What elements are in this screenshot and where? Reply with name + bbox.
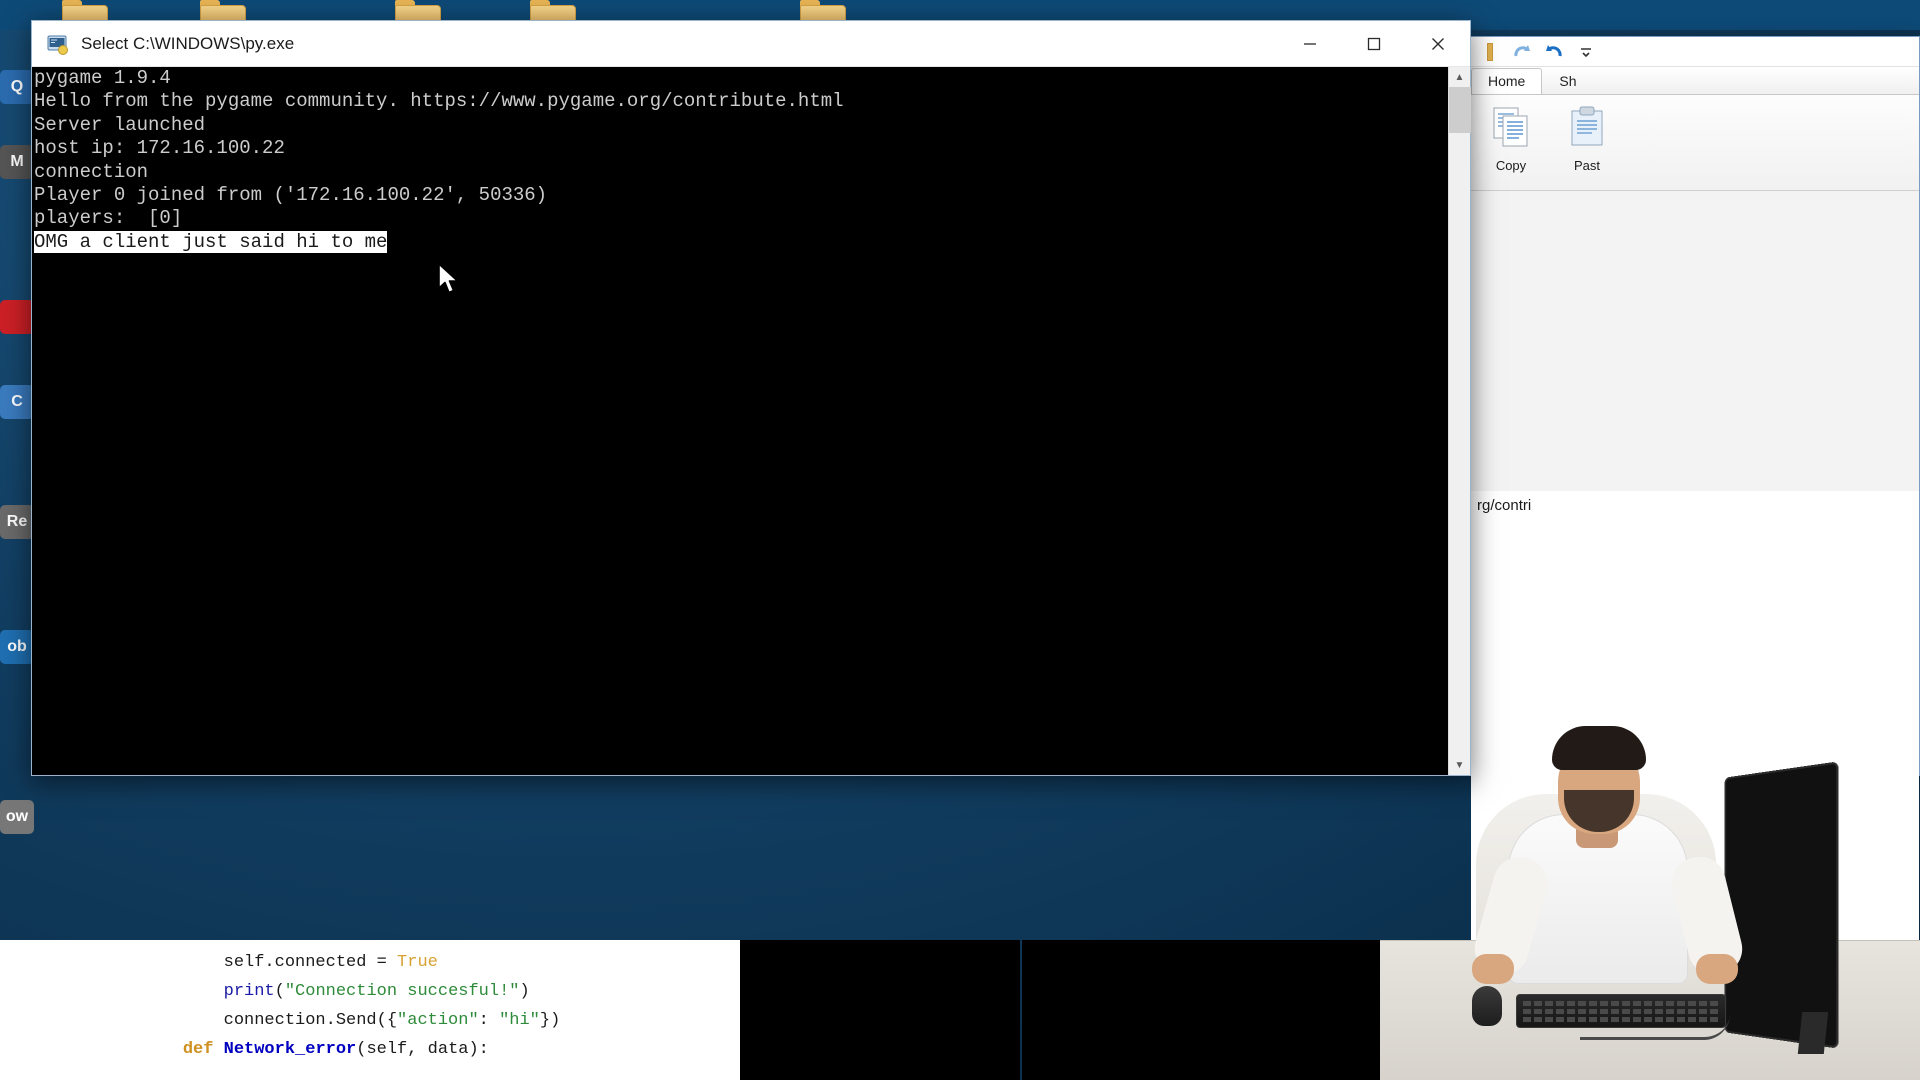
mouse-pointer xyxy=(437,263,463,297)
undo-icon[interactable] xyxy=(1543,41,1565,63)
scroll-down-arrow-icon[interactable]: ▼ xyxy=(1449,755,1470,775)
code-token: Network_error xyxy=(223,1040,357,1059)
console-output-text: pygame 1.9.4 Hello from the pygame commun… xyxy=(34,67,844,254)
console-window[interactable]: Select C:\WINDOWS\py.exe pygame 1.9.4 Hel… xyxy=(31,20,1471,776)
explorer-titlebar xyxy=(1471,37,1919,67)
console-line: connection xyxy=(34,160,149,183)
code-editor-pane[interactable]: self.connected = True print("Connection … xyxy=(0,940,740,1080)
copy-icon xyxy=(1493,107,1528,147)
code-line: self.connected = True xyxy=(142,948,740,977)
explorer-url-text: rg/contri xyxy=(1477,497,1532,514)
paste-button[interactable]: Past xyxy=(1557,103,1617,173)
code-line: def Network_error(self, data): xyxy=(142,1035,740,1064)
desktop-icon-ow-glyph: ow xyxy=(0,800,34,834)
editor-dark-panel-left xyxy=(740,940,1020,1080)
desktop-icon-q[interactable]: Q xyxy=(0,70,34,104)
desktop-icon-red-glyph xyxy=(0,300,34,334)
desktop-icon-red[interactable] xyxy=(0,300,34,334)
explorer-ribbon-tabs[interactable]: Home Sh xyxy=(1471,67,1919,95)
code-token: (self, data): xyxy=(356,1040,489,1059)
desktop-icon-m[interactable]: M xyxy=(0,145,34,179)
tab-home[interactable]: Home xyxy=(1471,68,1543,94)
code-line: print("Connection succesful!") xyxy=(142,977,740,1006)
code-editor-text: self.connected = True print("Connection … xyxy=(0,940,740,1064)
console-scrollbar[interactable]: ▲ ▼ xyxy=(1448,67,1471,775)
scroll-up-arrow-icon[interactable]: ▲ xyxy=(1449,67,1470,87)
code-token: : xyxy=(478,1011,500,1030)
pin-icon[interactable] xyxy=(1479,41,1501,63)
console-selected-line[interactable]: OMG a client just said hi to me xyxy=(34,230,844,254)
python-console-icon xyxy=(47,33,69,55)
explorer-ribbon: Copy Past xyxy=(1471,95,1919,191)
code-token: "Connection succesful!" xyxy=(284,982,520,1001)
desktop-icon-m-glyph: M xyxy=(0,145,34,179)
minimize-button[interactable] xyxy=(1278,21,1342,66)
code-token: "action" xyxy=(397,1011,479,1030)
desktop-icon-q-glyph: Q xyxy=(0,70,34,104)
desktop-icon-re[interactable]: Re xyxy=(0,505,34,539)
copy-label: Copy xyxy=(1495,158,1527,173)
console-line: host ip: 172.16.100.22 xyxy=(34,137,285,160)
close-button[interactable] xyxy=(1406,21,1470,66)
explorer-content-area[interactable]: rg/contri xyxy=(1471,491,1919,1080)
file-explorer-window[interactable]: Home Sh Copy Past rg/contri xyxy=(1470,36,1920,1080)
desktop-icon-re-glyph: Re xyxy=(0,505,34,539)
console-line: Player 0 joined from ('172.16.100.22', 5… xyxy=(34,183,548,206)
code-line: connection.Send({"action": "hi"}) xyxy=(142,1006,740,1035)
paste-icon xyxy=(1571,106,1603,146)
desktop-icon-c-glyph: C xyxy=(0,385,34,419)
code-token: ) xyxy=(519,982,530,1001)
code-token: connection.Send({ xyxy=(142,1011,398,1030)
code-token: print xyxy=(223,982,275,1001)
paste-label: Past xyxy=(1573,158,1600,173)
console-title-text: Select C:\WINDOWS\py.exe xyxy=(81,33,295,53)
console-output-area[interactable]: pygame 1.9.4 Hello from the pygame commun… xyxy=(32,67,1470,775)
code-token: self.connected = xyxy=(142,953,398,972)
redo-icon[interactable] xyxy=(1511,41,1533,63)
code-token: }) xyxy=(539,1011,561,1030)
console-line: players: [0] xyxy=(34,207,183,230)
desktop-icon-ow[interactable]: ow xyxy=(0,800,34,834)
console-titlebar[interactable]: Select C:\WINDOWS\py.exe xyxy=(32,21,1470,67)
console-selection-highlight: OMG a client just said hi to me xyxy=(34,230,388,253)
editor-dark-panel-right xyxy=(1022,940,1382,1080)
maximize-icon xyxy=(1367,37,1381,50)
minimize-icon xyxy=(1304,42,1316,45)
console-line: pygame 1.9.4 xyxy=(34,67,171,89)
copy-button[interactable]: Copy xyxy=(1481,103,1541,173)
code-token: def xyxy=(182,1040,214,1059)
code-token: True xyxy=(397,953,438,972)
scrollbar-thumb[interactable] xyxy=(1449,87,1471,133)
console-line: Hello from the pygame community. https:/… xyxy=(34,90,844,113)
customize-chevron-icon[interactable] xyxy=(1575,41,1597,63)
desktop-icon-ob-glyph: ob xyxy=(0,630,34,664)
desktop-icon-c[interactable]: C xyxy=(0,385,34,419)
code-token: ( xyxy=(274,982,285,1001)
maximize-button[interactable] xyxy=(1342,21,1406,66)
tab-share[interactable]: Sh xyxy=(1542,68,1593,94)
close-icon xyxy=(1432,37,1444,50)
console-line: Server launched xyxy=(34,113,206,136)
desktop-icon-ob[interactable]: ob xyxy=(0,630,34,664)
code-token: "hi" xyxy=(499,1011,540,1030)
